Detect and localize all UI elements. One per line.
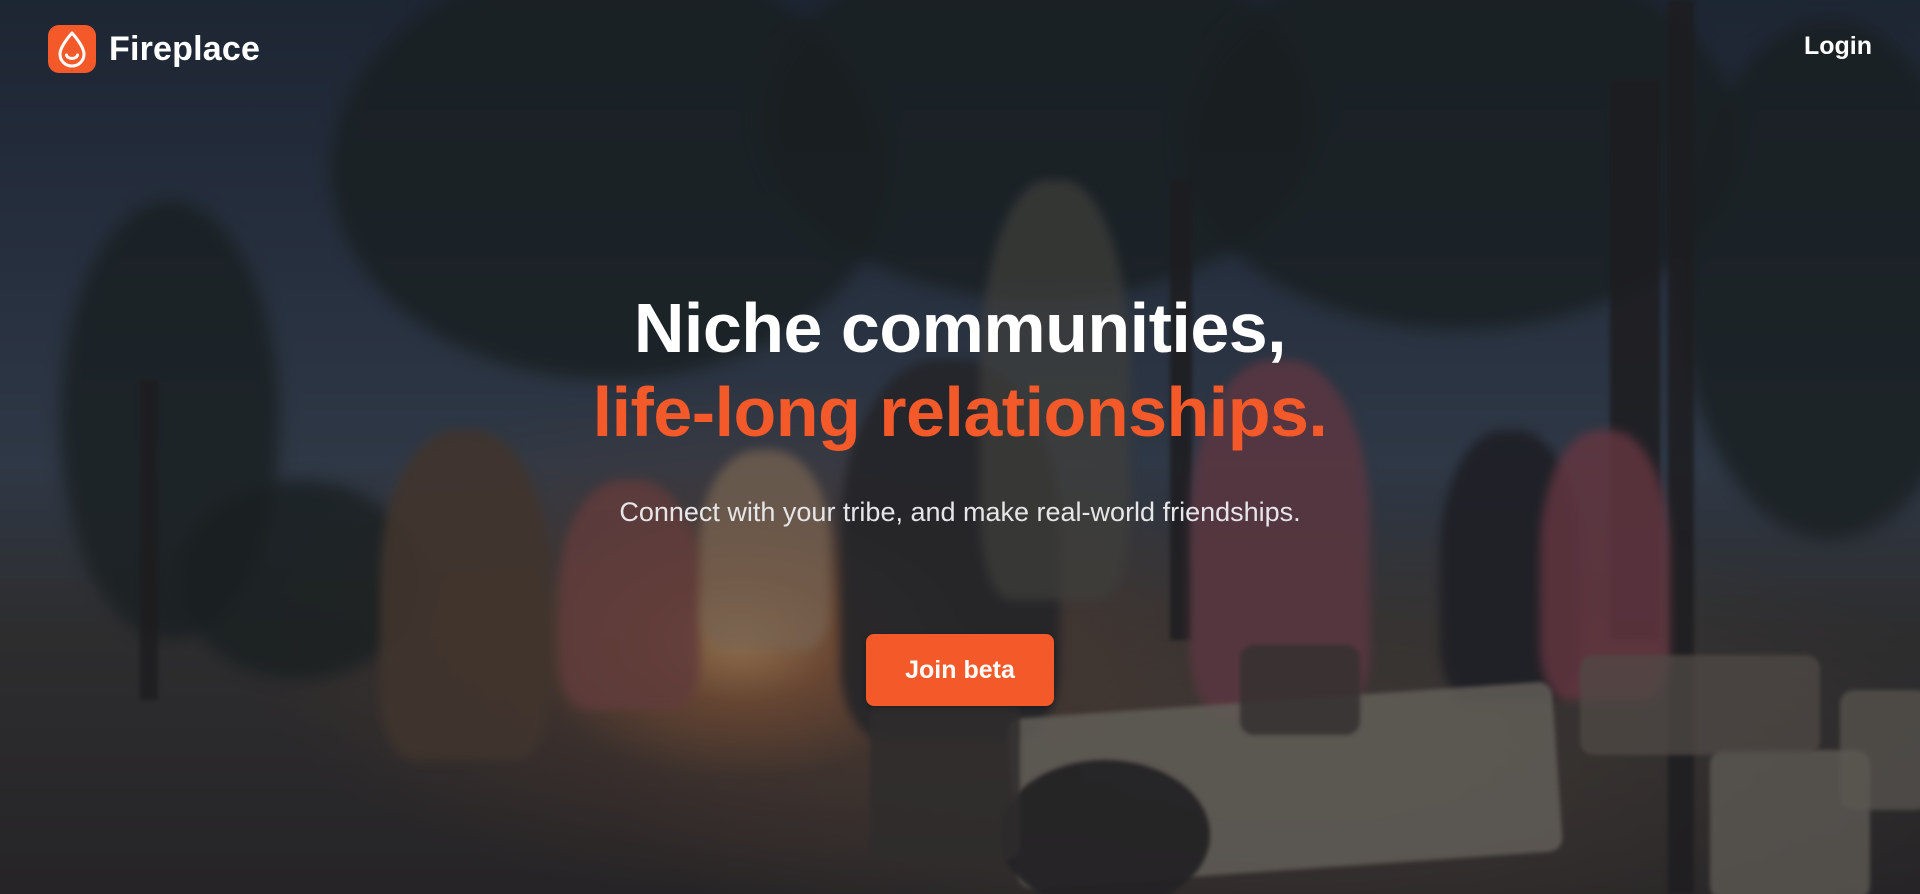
landing-page: Fireplace Login Niche communities, life-… xyxy=(0,0,1920,894)
site-header: Fireplace Login xyxy=(0,0,1920,98)
brand-name: Fireplace xyxy=(109,29,261,68)
login-link[interactable]: Login xyxy=(1804,32,1872,61)
hero-headline-line1: Niche communities, xyxy=(633,289,1287,367)
hero-headline-line2: life-long relationships. xyxy=(592,373,1328,451)
flame-drop-icon xyxy=(48,25,96,73)
join-beta-button[interactable]: Join beta xyxy=(866,634,1054,706)
brand-home-link[interactable]: Fireplace xyxy=(48,25,260,73)
hero-subtitle: Connect with your tribe, and make real-w… xyxy=(619,497,1301,527)
